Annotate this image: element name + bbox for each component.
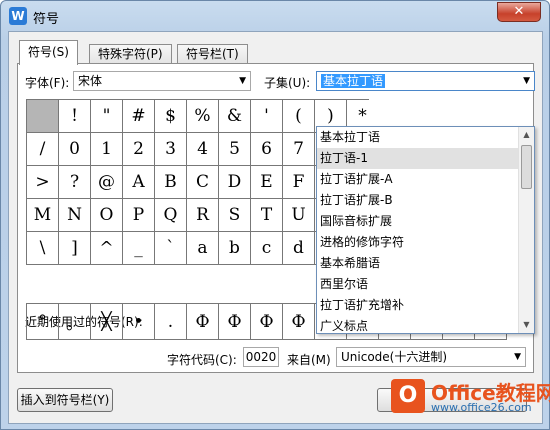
close-button[interactable]: ✕ (497, 2, 541, 22)
subset-option[interactable]: 进格的修饰字符 (317, 232, 534, 253)
from-label: 来自(M) (287, 353, 331, 367)
insert-to-symbol-bar-button[interactable]: 插入到符号栏(Y) (17, 388, 113, 412)
code-source-value: Unicode(十六进制) (341, 350, 448, 364)
recent-symbol-cell[interactable]: 。 (59, 304, 91, 340)
chevron-down-icon: ▼ (523, 76, 530, 86)
subset-option[interactable]: 国际音标扩展 (317, 211, 534, 232)
symbol-cell[interactable]: > (27, 166, 59, 199)
chevron-down-icon: ▼ (239, 76, 246, 86)
symbol-cell[interactable]: ^ (91, 232, 123, 265)
recent-symbol-cell[interactable]: • (123, 304, 155, 340)
symbol-cell[interactable]: " (91, 100, 123, 133)
symbol-cell[interactable]: c (251, 232, 283, 265)
font-label: 字体(F): (25, 76, 70, 90)
subset-option[interactable]: 拉丁语-1 (317, 148, 534, 169)
symbol-cell[interactable]: 7 (283, 133, 315, 166)
symbol-cell[interactable]: # (123, 100, 155, 133)
font-select[interactable]: 宋体 ▼ (73, 71, 251, 91)
symbol-cell[interactable]: 1 (91, 133, 123, 166)
symbol-cell[interactable]: ! (59, 100, 91, 133)
subset-select[interactable]: 基本拉丁语 ▼ (316, 71, 535, 91)
chevron-down-icon: ▼ (514, 352, 521, 362)
symbol-cell[interactable]: P (123, 199, 155, 232)
recent-symbol-cell[interactable]: Ф (251, 304, 283, 340)
dropdown-scrollbar[interactable]: ▲ ▼ (518, 127, 534, 333)
symbol-cell[interactable]: _ (123, 232, 155, 265)
symbol-cell[interactable]: a (187, 232, 219, 265)
symbol-cell[interactable]: D (219, 166, 251, 199)
tab-special-chars[interactable]: 特殊字符(P) (89, 44, 172, 64)
font-select-value: 宋体 (78, 74, 103, 88)
symbol-dialog: W 符号 ✕ 符号(S) 特殊字符(P) 符号栏(T) 字体(F): 宋体 ▼ … (0, 0, 550, 430)
recent-symbol-cell[interactable]: Ф (283, 304, 315, 340)
symbol-cell[interactable]: d (283, 232, 315, 265)
title-bar: W 符号 ✕ (1, 1, 549, 31)
symbol-cell[interactable]: & (219, 100, 251, 133)
scroll-down-icon[interactable]: ▼ (519, 317, 534, 333)
subset-option[interactable]: 基本希腊语 (317, 253, 534, 274)
subset-option[interactable]: 基本拉丁语 (317, 127, 534, 148)
symbol-cell[interactable]: ' (251, 100, 283, 133)
symbol-cell[interactable]: N (59, 199, 91, 232)
symbol-cell[interactable]: $ (155, 100, 187, 133)
watermark-url: www.office26.com (431, 401, 532, 414)
symbol-cell[interactable]: S (219, 199, 251, 232)
subset-option[interactable]: 广义标点 (317, 316, 534, 337)
symbol-cell[interactable]: 4 (187, 133, 219, 166)
symbol-cell[interactable]: ( (283, 100, 315, 133)
symbol-cell[interactable]: ? (59, 166, 91, 199)
office-logo-icon: O (391, 379, 425, 413)
recent-symbol-cell[interactable]: ° (27, 304, 59, 340)
wps-app-icon: W (9, 7, 27, 25)
symbol-cell[interactable]: / (27, 133, 59, 166)
dialog-body: 符号(S) 特殊字符(P) 符号栏(T) 字体(F): 宋体 ▼ 子集(U): … (8, 31, 543, 424)
symbol-cell[interactable]: R (187, 199, 219, 232)
tab-symbols[interactable]: 符号(S) (19, 40, 78, 65)
symbol-cell[interactable]: ` (155, 232, 187, 265)
recent-symbol-cell[interactable]: . (155, 304, 187, 340)
symbol-cell[interactable]: @ (91, 166, 123, 199)
char-code-input[interactable]: 0020 (243, 347, 279, 367)
subset-label: 子集(U): (264, 76, 311, 90)
scroll-thumb[interactable] (521, 145, 532, 189)
symbol-cell[interactable]: C (187, 166, 219, 199)
window-title: 符号 (33, 12, 60, 27)
subset-option[interactable]: 拉丁语扩充增补 (317, 295, 534, 316)
recent-symbol-cell[interactable]: ╳ (91, 304, 123, 340)
office26-watermark: O Office教程网 www.office26.com (391, 371, 550, 421)
symbol-cell[interactable]: 6 (251, 133, 283, 166)
subset-option[interactable]: 西里尔语 (317, 274, 534, 295)
symbol-cell[interactable]: T (251, 199, 283, 232)
symbol-cell[interactable]: F (283, 166, 315, 199)
subset-option[interactable]: 拉丁语扩展-A (317, 169, 534, 190)
symbol-cell[interactable]: U (283, 199, 315, 232)
recent-symbol-cell[interactable]: Ф (187, 304, 219, 340)
symbol-cell[interactable]: b (219, 232, 251, 265)
subset-option[interactable]: 拉丁语扩展-B (317, 190, 534, 211)
symbol-cell[interactable] (27, 100, 59, 133)
subset-select-value: 基本拉丁语 (321, 74, 386, 88)
symbol-cell[interactable]: Q (155, 199, 187, 232)
symbol-cell[interactable]: \ (27, 232, 59, 265)
symbol-cell[interactable]: M (27, 199, 59, 232)
tab-symbol-bar[interactable]: 符号栏(T) (177, 44, 248, 64)
symbol-cell[interactable]: O (91, 199, 123, 232)
symbol-cell[interactable]: 0 (59, 133, 91, 166)
symbol-cell[interactable]: % (187, 100, 219, 133)
char-code-label: 字符代码(C): (167, 353, 237, 367)
recent-symbol-cell[interactable]: Ф (219, 304, 251, 340)
symbol-cell[interactable]: 3 (155, 133, 187, 166)
symbol-cell[interactable]: 5 (219, 133, 251, 166)
symbol-cell[interactable]: ] (59, 232, 91, 265)
symbol-cell[interactable]: A (123, 166, 155, 199)
symbol-cell[interactable]: E (251, 166, 283, 199)
symbol-cell[interactable]: 2 (123, 133, 155, 166)
code-source-select[interactable]: Unicode(十六进制) ▼ (336, 347, 526, 367)
scroll-up-icon[interactable]: ▲ (519, 127, 534, 143)
symbol-cell[interactable]: B (155, 166, 187, 199)
subset-dropdown-list: 基本拉丁语 拉丁语-1 拉丁语扩展-A 拉丁语扩展-B 国际音标扩展 进格的修饰… (316, 126, 535, 334)
